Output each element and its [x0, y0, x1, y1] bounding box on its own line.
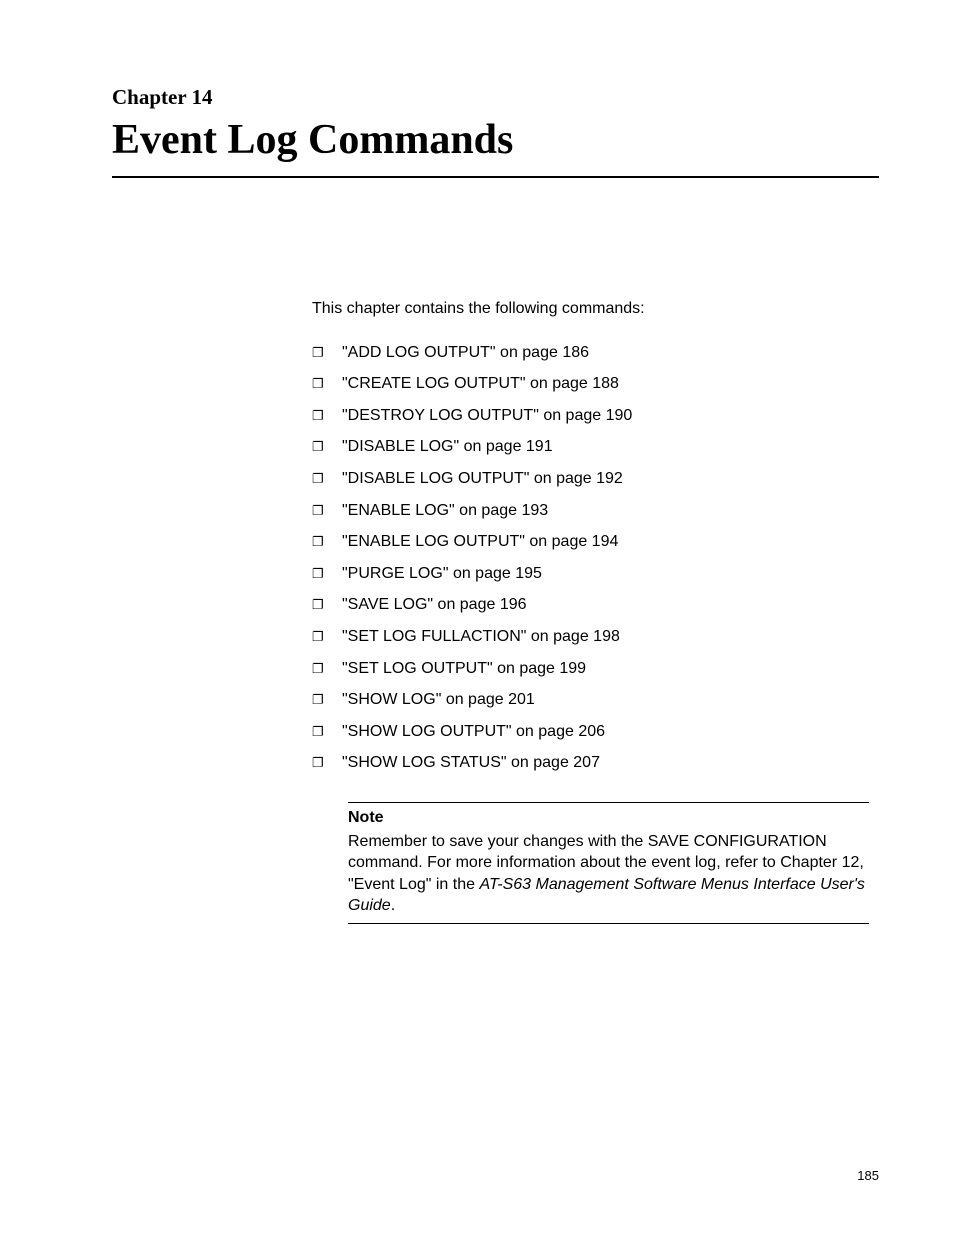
note-after: . [391, 897, 395, 914]
bullet-icon: ❐ [312, 407, 324, 425]
list-text: "SET LOG FULLACTION" on page 198 [342, 628, 620, 645]
content-block: This chapter contains the following comm… [312, 298, 879, 924]
note-top-rule [348, 802, 869, 803]
bullet-icon: ❐ [312, 565, 324, 583]
document-page: Chapter 14 Event Log Commands This chapt… [0, 0, 954, 924]
list-item: ❐ "ENABLE LOG" on page 193 [312, 500, 879, 522]
list-item: ❐ "SAVE LOG" on page 196 [312, 594, 879, 616]
note-box: Note Remember to save your changes with … [348, 802, 869, 924]
bullet-icon: ❐ [312, 723, 324, 741]
bullet-icon: ❐ [312, 691, 324, 709]
list-item: ❐ "SHOW LOG STATUS" on page 207 [312, 752, 879, 774]
list-item: ❐ "DISABLE LOG OUTPUT" on page 192 [312, 468, 879, 490]
bullet-icon: ❐ [312, 438, 324, 456]
list-item: ❐ "SET LOG OUTPUT" on page 199 [312, 658, 879, 680]
chapter-title: Event Log Commands [112, 116, 879, 164]
list-text: "CREATE LOG OUTPUT" on page 188 [342, 375, 619, 392]
list-item: ❐ "SET LOG FULLACTION" on page 198 [312, 626, 879, 648]
list-text: "PURGE LOG" on page 195 [342, 565, 542, 582]
list-text: "ADD LOG OUTPUT" on page 186 [342, 344, 589, 361]
list-text: "SHOW LOG STATUS" on page 207 [342, 754, 600, 771]
bullet-icon: ❐ [312, 628, 324, 646]
bullet-icon: ❐ [312, 660, 324, 678]
list-item: ❐ "PURGE LOG" on page 195 [312, 563, 879, 585]
list-item: ❐ "CREATE LOG OUTPUT" on page 188 [312, 373, 879, 395]
list-item: ❐ "ADD LOG OUTPUT" on page 186 [312, 342, 879, 364]
list-text: "SHOW LOG OUTPUT" on page 206 [342, 723, 605, 740]
chapter-label: Chapter 14 [112, 85, 879, 110]
bullet-icon: ❐ [312, 375, 324, 393]
list-text: "SHOW LOG" on page 201 [342, 691, 535, 708]
note-heading: Note [348, 807, 869, 829]
list-text: "SET LOG OUTPUT" on page 199 [342, 660, 586, 677]
bullet-icon: ❐ [312, 502, 324, 520]
command-list: ❐ "ADD LOG OUTPUT" on page 186 ❐ "CREATE L… [312, 342, 879, 774]
list-text: "DESTROY LOG OUTPUT" on page 190 [342, 407, 632, 424]
list-item: ❐ "DISABLE LOG" on page 191 [312, 436, 879, 458]
list-item: ❐ "SHOW LOG" on page 201 [312, 689, 879, 711]
list-text: "DISABLE LOG OUTPUT" on page 192 [342, 470, 623, 487]
bullet-icon: ❐ [312, 754, 324, 772]
list-text: "SAVE LOG" on page 196 [342, 596, 527, 613]
bullet-icon: ❐ [312, 470, 324, 488]
intro-text: This chapter contains the following comm… [312, 298, 879, 320]
list-text: "ENABLE LOG" on page 193 [342, 502, 548, 519]
list-item: ❐ "DESTROY LOG OUTPUT" on page 190 [312, 405, 879, 427]
note-body: Remember to save your changes with the S… [348, 831, 869, 917]
bullet-icon: ❐ [312, 344, 324, 362]
list-item: ❐ "ENABLE LOG OUTPUT" on page 194 [312, 531, 879, 553]
bullet-icon: ❐ [312, 596, 324, 614]
list-text: "ENABLE LOG OUTPUT" on page 194 [342, 533, 618, 550]
page-number: 185 [857, 1168, 879, 1183]
title-rule [112, 176, 879, 178]
list-item: ❐ "SHOW LOG OUTPUT" on page 206 [312, 721, 879, 743]
bullet-icon: ❐ [312, 533, 324, 551]
list-text: "DISABLE LOG" on page 191 [342, 438, 553, 455]
note-bottom-rule [348, 923, 869, 924]
